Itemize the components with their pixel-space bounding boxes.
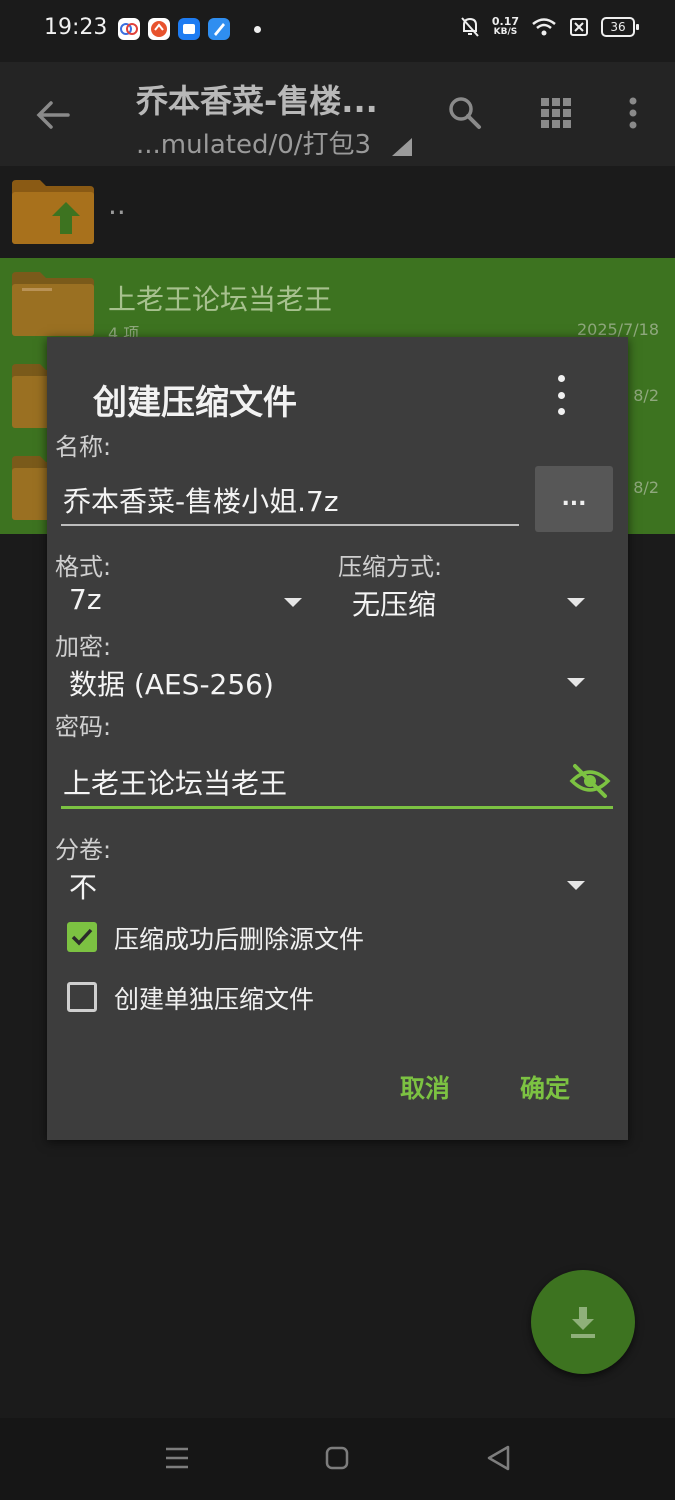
dialog-title: 创建压缩文件 [93,383,297,423]
file-name: 上老王论坛当老王 [108,283,333,316]
search-button[interactable] [442,90,488,136]
search-icon [449,97,481,129]
folder-up-icon [12,180,94,244]
more-vert-icon [557,375,565,382]
name-input-underline [61,524,519,526]
back-button[interactable] [30,92,76,138]
network-speed: 0.17 KB/S [492,16,519,38]
create-archive-dialog: 创建压缩文件 名称: 乔本香菜-售楼小姐.7z ... 格式: 7z 压缩方式:… [47,337,628,1140]
separate-archive-label: 创建单独压缩文件 [114,985,315,1014]
parent-folder-row[interactable]: .. [0,166,675,258]
overflow-menu-button[interactable] [616,90,650,136]
encryption-label: 加密: [55,633,112,661]
file-date: 8/2 [633,478,659,497]
separate-archive-checkbox[interactable] [67,982,97,1012]
app-notification-icon [208,18,230,40]
app-notification-icon [178,18,200,40]
more-vert-icon [629,97,637,129]
back-nav-icon[interactable] [486,1445,510,1471]
ok-button[interactable]: 确定 [520,1069,570,1105]
network-speed-value: 0.17 [491,15,519,28]
archive-name-input[interactable]: 乔本香菜-售楼小姐.7z [63,480,339,520]
format-select[interactable]: 7z [55,581,317,623]
visibility-off-icon[interactable] [569,763,611,799]
encryption-value: 数据 (AES-256) [69,668,274,701]
app-notification-icon [118,18,140,40]
parent-folder-label: .. [108,188,126,221]
network-speed-unit: KB/S [493,27,518,37]
password-input[interactable]: 上老王论坛当老王 [63,762,287,802]
chevron-down-icon [567,881,585,890]
split-select[interactable]: 不 [55,864,608,906]
name-label: 名称: [55,433,112,461]
app-notification-icon [148,18,170,40]
more-notifications-dot [254,25,261,33]
folder-title: 乔本香菜-售楼... [136,82,378,120]
delete-source-checkbox-row[interactable]: 压缩成功后删除源文件 [67,919,467,959]
file-date: 8/2 [633,386,659,405]
view-mode-button[interactable] [533,90,579,136]
compression-method-label: 压缩方式: [338,553,443,581]
split-label: 分卷: [55,836,112,864]
chevron-down-icon [567,678,585,687]
format-value: 7z [69,583,102,616]
app-toolbar: 乔本香菜-售楼... ...mulated/0/打包3 [0,62,675,166]
delete-source-label: 压缩成功后删除源文件 [114,925,365,954]
separate-archive-checkbox-row[interactable]: 创建单独压缩文件 [67,979,467,1019]
checkmark-icon [71,928,93,946]
folder-icon [12,272,94,336]
extract-fab-button[interactable] [531,1270,635,1374]
menu-nav-icon[interactable] [164,1446,190,1470]
status-bar: 19:23 0.17 KB/S 36 [0,0,675,62]
path-dropdown-icon[interactable] [392,138,412,156]
chevron-down-icon [567,598,585,607]
browse-button[interactable]: ... [535,466,613,532]
wifi-icon [532,18,556,36]
folder-path[interactable]: ...mulated/0/打包3 [136,124,371,161]
arrow-back-icon [36,101,70,129]
status-indicators: 0.17 KB/S 36 [460,16,639,38]
bell-off-icon [461,17,479,37]
home-nav-icon[interactable] [325,1446,349,1470]
status-time: 19:23 [44,15,108,40]
system-nav-bar [0,1418,675,1500]
compression-method-select[interactable]: 无压缩 [338,581,608,623]
split-value: 不 [69,871,98,904]
grid-icon [541,98,571,128]
notification-icons [118,18,261,40]
password-input-underline [61,806,613,809]
download-icon [571,1307,595,1338]
compression-method-value: 无压缩 [352,588,437,621]
dialog-more-button[interactable] [547,375,575,415]
chevron-down-icon [284,598,302,607]
sim-off-icon [570,18,588,36]
format-label: 格式: [55,553,112,581]
battery-indicator: 36 [601,17,639,37]
cancel-button[interactable]: 取消 [400,1069,450,1105]
delete-source-checkbox[interactable] [67,922,97,952]
password-label: 密码: [55,713,112,741]
encryption-select[interactable]: 数据 (AES-256) [55,661,608,703]
